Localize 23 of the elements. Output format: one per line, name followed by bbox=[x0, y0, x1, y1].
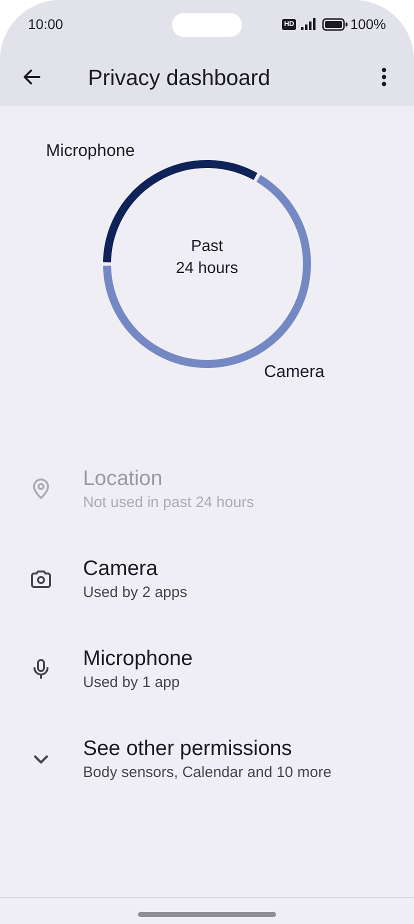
camera-cutout bbox=[172, 13, 242, 37]
signal-icon bbox=[301, 18, 318, 30]
permission-title: Microphone bbox=[83, 646, 193, 672]
permission-subtitle: Body sensors, Calendar and 10 more bbox=[83, 763, 332, 783]
chart-center-text: Past bbox=[190, 237, 223, 257]
permission-item[interactable]: Microphone Used by 1 app bbox=[0, 624, 414, 714]
chevron-down-icon bbox=[34, 754, 48, 764]
permission-title: Location bbox=[83, 466, 164, 492]
permission-title: Camera bbox=[83, 556, 159, 582]
permission-item[interactable]: Camera Used by 2 apps bbox=[0, 534, 414, 624]
more-options-icon bbox=[381, 67, 387, 87]
battery-icon bbox=[322, 18, 348, 30]
permission-subtitle: Used by 1 app bbox=[83, 673, 181, 693]
status-time: 10:00 bbox=[28, 14, 64, 34]
permission-item[interactable]: See other permissions Body sensors, Calendar and 10 more bbox=[0, 714, 414, 804]
chart-center-text: 24 hours bbox=[176, 259, 238, 279]
chart-label: Microphone bbox=[46, 140, 135, 162]
permission-title: See other permissions bbox=[83, 736, 293, 762]
permission-subtitle: Not used in past 24 hours bbox=[83, 493, 254, 513]
chart-label: Camera bbox=[264, 361, 324, 383]
battery-percent: 100% bbox=[350, 14, 386, 34]
permission-subtitle: Used by 2 apps bbox=[83, 583, 188, 603]
screen-title: Privacy dashboard bbox=[88, 64, 272, 92]
